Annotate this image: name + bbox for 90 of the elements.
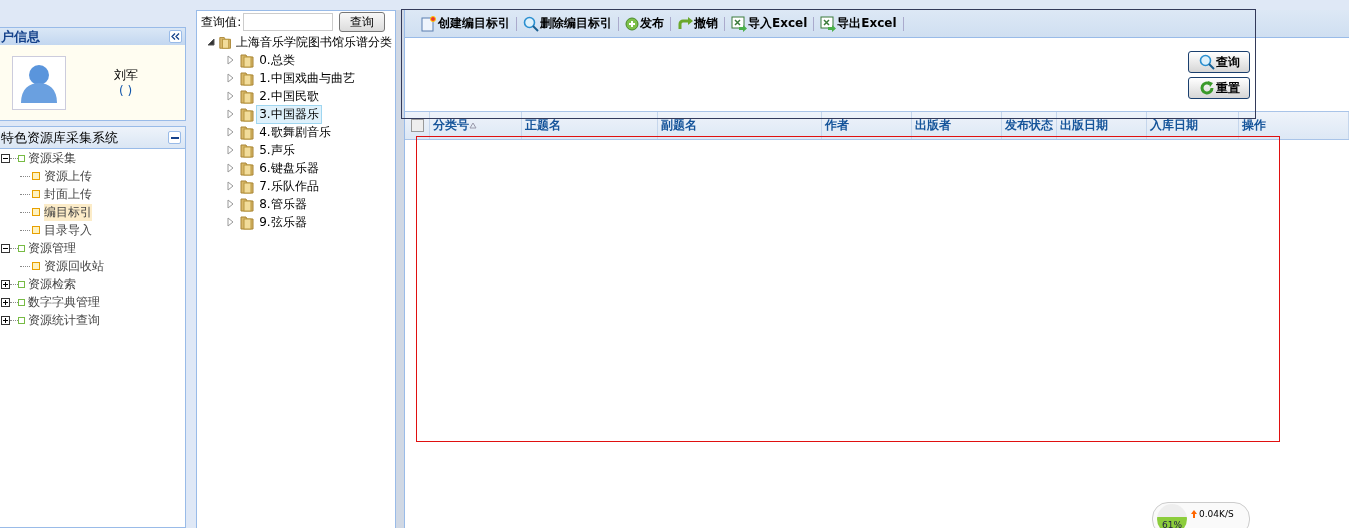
search-icon	[523, 15, 539, 32]
collapse-icon[interactable]	[207, 37, 218, 47]
column-header[interactable]: 出版者	[912, 112, 1002, 139]
toolbar-button[interactable]: 导入Excel	[725, 15, 814, 32]
plus-circle-icon	[625, 16, 639, 31]
tree-item[interactable]: 1.中国戏曲与曲艺	[256, 68, 358, 88]
panel-title: 特色资源库采集系统	[1, 128, 118, 147]
collapse-button[interactable]	[168, 131, 182, 144]
collapse-icon[interactable]	[1, 243, 10, 253]
double-chevron-icon	[171, 33, 181, 40]
column-header[interactable]: 正题名	[522, 112, 658, 139]
search-label: 查询值:	[201, 13, 242, 31]
toolbar-button[interactable]: 发布	[619, 15, 670, 32]
column-header[interactable]: 操作	[1239, 112, 1349, 139]
toolbar-button[interactable]: 撤销	[671, 15, 724, 32]
leaf-node-icon	[32, 208, 40, 216]
folder-icon	[239, 70, 256, 86]
tree-item[interactable]: 3.中国器乐	[256, 104, 322, 124]
tree-item[interactable]: 0.总类	[256, 50, 298, 70]
user-role: ( )	[119, 84, 133, 98]
folder-icon	[239, 214, 256, 230]
folder-icon	[239, 88, 256, 104]
folder-node-icon	[18, 298, 25, 306]
tree-item[interactable]: 4.歌舞剧音乐	[256, 122, 334, 142]
folder-icon	[239, 106, 256, 122]
collapse-icon[interactable]	[1, 153, 10, 163]
nav-item[interactable]: 资源上传	[44, 167, 92, 185]
checkbox[interactable]	[410, 119, 424, 132]
folder-icon	[239, 178, 256, 194]
user-name: 刘军	[113, 67, 138, 84]
folder-node-icon	[18, 154, 25, 162]
expand-icon[interactable]	[1, 315, 10, 325]
column-header[interactable]: 作者	[822, 112, 912, 139]
folder-icon	[239, 160, 256, 176]
folder-icon	[239, 142, 256, 158]
spreadsheet-icon	[731, 15, 747, 32]
refresh-icon	[1198, 80, 1215, 96]
toolbar-button[interactable]: 删除编目标引	[517, 15, 618, 32]
panel-title: 户信息	[1, 27, 40, 46]
minus-icon	[170, 136, 179, 139]
tree-item[interactable]: 5.声乐	[256, 140, 298, 160]
column-header[interactable]: 发布状态	[1002, 112, 1057, 139]
reset-button[interactable]: 重置	[1188, 77, 1250, 99]
upload-speed: 0.04K/S	[1199, 509, 1234, 519]
folder-icon	[239, 52, 256, 68]
toolbar-button[interactable]: 导出Excel	[814, 15, 903, 32]
upload-arrow-icon	[1191, 510, 1197, 518]
column-header[interactable]: 分类号	[430, 112, 522, 139]
expand-icon[interactable]	[1, 279, 10, 289]
folder-icon	[239, 196, 256, 212]
folder-node-icon	[18, 316, 25, 324]
leaf-node-icon	[32, 262, 40, 270]
tree-item[interactable]: 8.管乐器	[256, 194, 310, 214]
nav-item[interactable]: 编目标引	[44, 203, 92, 221]
column-header[interactable]: 副题名	[658, 112, 822, 139]
nav-item[interactable]: 资源管理	[28, 239, 76, 257]
tree-item[interactable]: 6.键盘乐器	[256, 158, 322, 178]
collapse-button[interactable]	[169, 30, 183, 43]
search-icon	[1198, 54, 1215, 70]
search-button[interactable]: 查询	[1188, 51, 1250, 73]
toolbar-button[interactable]: 创建编目标引	[415, 15, 516, 32]
spreadsheet-icon	[820, 15, 837, 32]
search-field[interactable]	[243, 13, 334, 31]
folder-icon	[217, 34, 233, 50]
tree-item[interactable]: 2.中国民歌	[256, 86, 322, 106]
avatar-icon	[12, 55, 66, 110]
nav-item[interactable]: 资源检索	[28, 275, 76, 293]
splitter-bar[interactable]	[396, 10, 404, 528]
column-header[interactable]: 出版日期	[1057, 112, 1147, 139]
percent-label: 61%	[1157, 504, 1187, 528]
new-document-icon	[421, 15, 437, 32]
tree-item[interactable]: 上海音乐学院图书馆乐谱分类	[233, 32, 396, 52]
leaf-node-icon	[32, 190, 40, 198]
tree-item[interactable]: 9.弦乐器	[256, 212, 310, 232]
column-header[interactable]: 入库日期	[1147, 112, 1239, 139]
nav-item[interactable]: 目录导入	[44, 221, 92, 239]
folder-node-icon	[18, 280, 25, 288]
nav-item[interactable]: 资源回收站	[44, 257, 104, 275]
tree-item[interactable]: 7.乐队作品	[256, 176, 322, 196]
leaf-node-icon	[32, 172, 40, 180]
folder-icon	[239, 124, 256, 140]
nav-item[interactable]: 资源统计查询	[28, 311, 100, 329]
nav-item[interactable]: 数字字典管理	[28, 293, 100, 311]
curved-arrow-icon	[677, 16, 693, 31]
nav-item[interactable]: 封面上传	[44, 185, 92, 203]
expand-icon[interactable]	[1, 297, 10, 307]
leaf-node-icon	[32, 226, 40, 234]
search-button[interactable]: 查询	[339, 12, 386, 32]
folder-node-icon	[18, 244, 25, 252]
nav-item[interactable]: 资源采集	[28, 149, 76, 167]
